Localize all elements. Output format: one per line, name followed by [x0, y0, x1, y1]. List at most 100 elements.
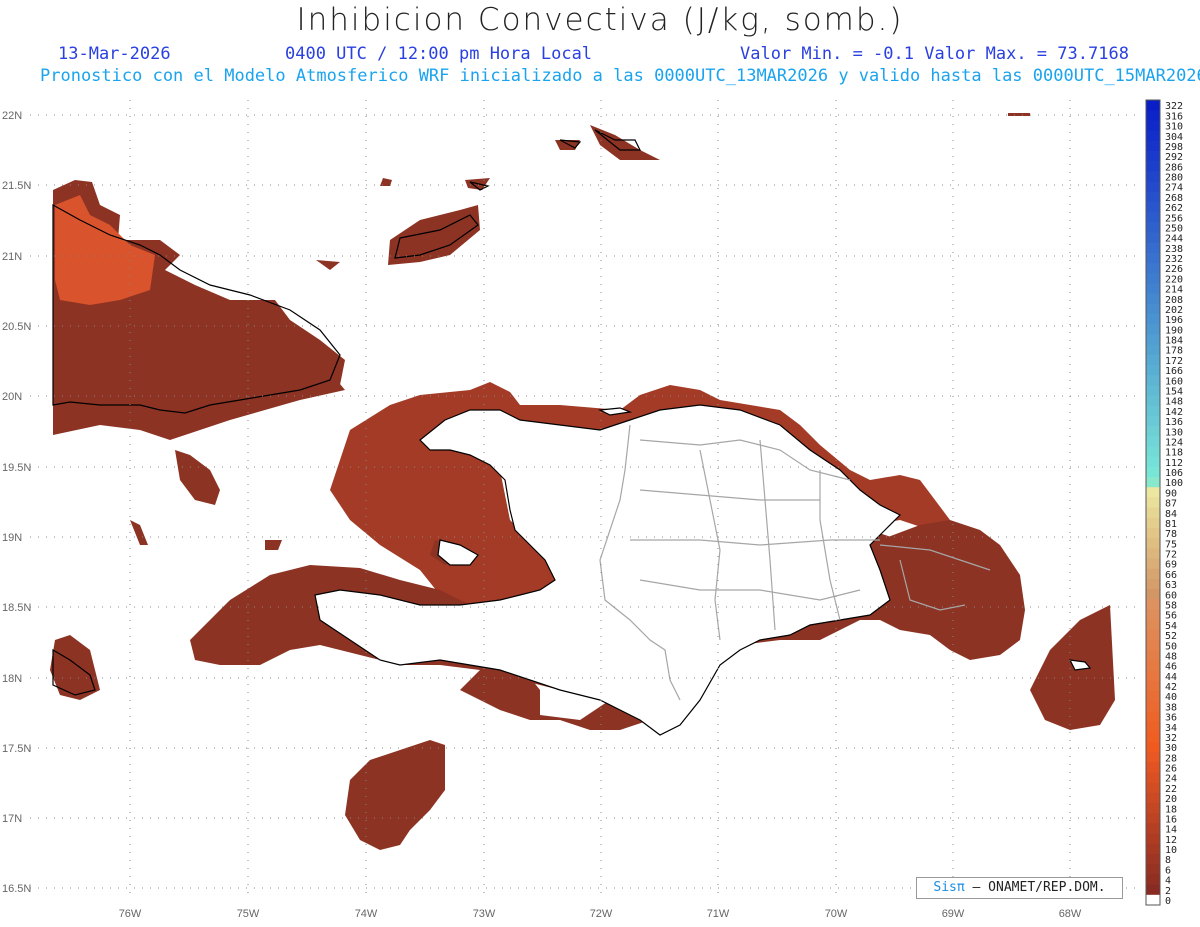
credit-box: Sisπ – ONAMET/REP.DOM.	[916, 877, 1123, 899]
lat-label: 20.5N	[2, 321, 31, 333]
lat-label: 16.5N	[2, 883, 31, 895]
colorbar-swatch	[1146, 517, 1160, 529]
colorbar-swatch	[1146, 293, 1160, 305]
colorbar-swatch	[1146, 741, 1160, 753]
colorbar-swatch	[1146, 385, 1160, 397]
lon-label: 75W	[237, 908, 260, 920]
colorbar-swatch	[1146, 833, 1160, 845]
colorbar-swatch	[1146, 507, 1160, 519]
colorbar-swatch	[1146, 100, 1160, 111]
credit-brand: Sisπ	[933, 880, 965, 895]
colorbar-swatch	[1146, 752, 1160, 763]
colorbar-swatch	[1146, 487, 1160, 498]
colorbar-swatch	[1146, 191, 1160, 203]
colorbar-swatch	[1146, 436, 1160, 447]
colorbar-swatch	[1146, 201, 1160, 213]
cin-area-bahamas2	[316, 125, 660, 270]
colorbar-swatch	[1146, 120, 1160, 132]
colorbar-swatch	[1146, 538, 1160, 549]
forecast-time: 0400 UTC / 12:00 pm Hora Local	[285, 44, 593, 64]
colorbar-swatch	[1146, 466, 1160, 478]
colorbar-swatch	[1146, 354, 1160, 366]
colorbar-swatch	[1146, 609, 1160, 621]
latitude-labels: 22N 21.5N 21N 20.5N 20N 19.5N 19N 18.5N …	[2, 110, 31, 895]
colorbar-swatch	[1146, 701, 1160, 712]
colorbar-swatch	[1146, 446, 1160, 458]
colorbar-swatch	[1146, 405, 1160, 417]
colorbar-swatch	[1146, 497, 1160, 509]
colorbar-swatch	[1146, 864, 1160, 875]
colorbar-swatch	[1146, 894, 1160, 906]
lon-label: 68W	[1059, 908, 1082, 920]
colorbar-swatch	[1146, 263, 1160, 274]
colorbar-swatch	[1146, 568, 1160, 580]
cin-area-cuba-south	[62, 315, 135, 395]
colorbar-swatch	[1146, 303, 1160, 315]
colorbar-swatch	[1146, 874, 1160, 886]
colorbar-swatch	[1146, 252, 1160, 264]
colorbar-swatch	[1146, 854, 1160, 865]
colorbar-swatch	[1146, 130, 1160, 142]
lon-label: 76W	[119, 908, 142, 920]
colorbar-swatch	[1146, 823, 1160, 835]
colorbar-swatch	[1146, 415, 1160, 427]
colorbar-swatch	[1146, 578, 1160, 590]
colorbar-swatch	[1146, 619, 1160, 631]
colorbar-swatch	[1146, 181, 1160, 193]
colorbar-swatch	[1146, 731, 1160, 743]
colorbar-swatch	[1146, 640, 1160, 651]
colorbar-swatch	[1146, 161, 1160, 172]
colorbar-swatch	[1146, 772, 1160, 784]
colorbar-swatch	[1146, 334, 1160, 346]
lat-label: 21N	[2, 251, 22, 263]
colorbar-swatch	[1146, 324, 1160, 335]
lon-label: 69W	[942, 908, 965, 920]
colorbar-swatch	[1146, 599, 1160, 610]
colorbar-swatch	[1146, 711, 1160, 723]
colorbar-swatch	[1146, 680, 1160, 692]
colorbar-swatch	[1146, 548, 1160, 560]
colorbar-swatch	[1146, 313, 1160, 325]
lat-label: 19N	[2, 532, 22, 544]
forecast-date: 13-Mar-2026	[58, 44, 171, 64]
lon-label: 72W	[590, 908, 613, 920]
cin-area-navassa	[175, 450, 220, 505]
colorbar-swatch	[1146, 527, 1160, 539]
colorbar-label: 0	[1165, 896, 1171, 907]
colorbar-swatch	[1146, 456, 1160, 468]
cin-area-puerto-rico	[1030, 605, 1115, 730]
colorbar-swatch	[1146, 691, 1160, 702]
colorbar-swatch	[1146, 843, 1160, 855]
lat-label: 18.5N	[2, 602, 31, 614]
colorbar-swatch	[1146, 477, 1160, 488]
colorbar-swatch	[1146, 782, 1160, 794]
colorbar-swatch	[1146, 589, 1160, 600]
cin-area-caribbean-south	[345, 740, 445, 850]
cin-area-bahamas1	[388, 205, 480, 265]
min-max-values: Valor Min. = -0.1 Valor Max. = 73.7168	[740, 44, 1129, 64]
colorbar-swatch	[1146, 222, 1160, 233]
colorbar-swatch	[1146, 670, 1160, 682]
lon-label: 70W	[825, 908, 848, 920]
colorbar-swatch	[1146, 375, 1160, 386]
map-title: Inhibicion Convectiva (J/kg, somb.)	[296, 2, 904, 38]
lon-label: 74W	[355, 908, 378, 920]
colorbar-swatch	[1146, 232, 1160, 244]
colorbar-swatch	[1146, 813, 1160, 824]
lon-label: 71W	[707, 908, 730, 920]
colorbar-swatch	[1146, 273, 1160, 284]
model-info: Pronostico con el Modelo Atmosferico WRF…	[40, 66, 1200, 86]
lat-label: 22N	[2, 110, 22, 122]
credit-text: – ONAMET/REP.DOM.	[972, 880, 1106, 895]
colorbar: 3223163103042982922862802742682622562502…	[1145, 99, 1183, 907]
colorbar-swatch	[1146, 242, 1160, 254]
lat-label: 17.5N	[2, 743, 31, 755]
colorbar-swatch	[1146, 110, 1160, 121]
colorbar-swatch	[1146, 803, 1160, 814]
colorbar-swatch	[1146, 660, 1160, 672]
colorbar-swatch	[1146, 364, 1160, 376]
colorbar-swatch	[1146, 171, 1160, 183]
colorbar-swatch	[1146, 650, 1160, 661]
colorbar-swatch	[1146, 395, 1160, 407]
colorbar-swatch	[1146, 212, 1160, 223]
